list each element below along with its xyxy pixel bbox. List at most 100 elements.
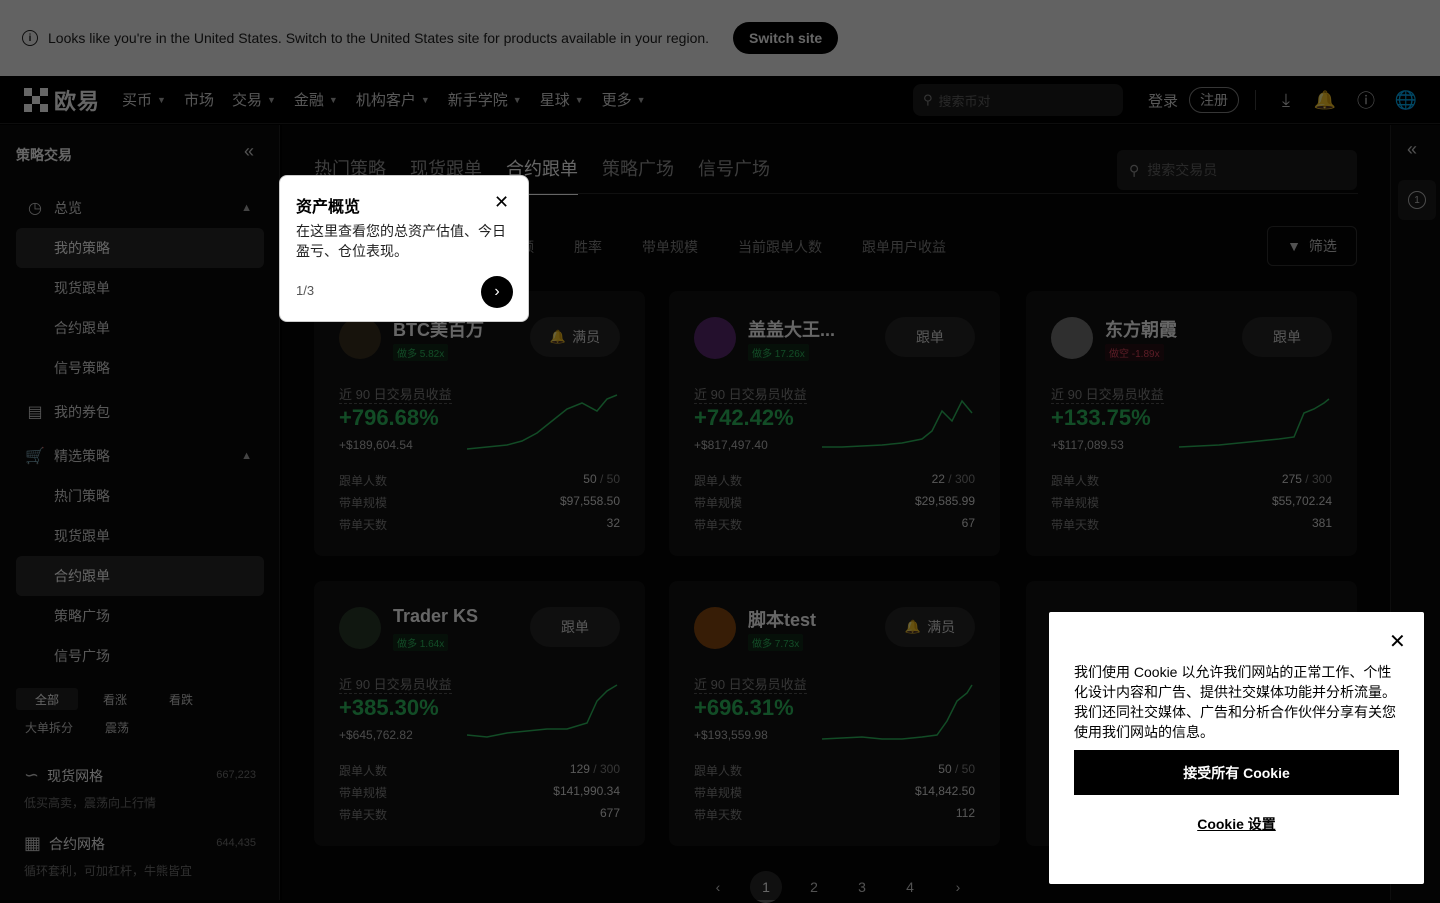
next-page-icon[interactable]: › xyxy=(942,871,974,903)
sidebar-item-coupons[interactable]: ▤ 我的券包 xyxy=(16,392,264,432)
stat-label: 带单天数 xyxy=(1051,518,1100,532)
trader-card[interactable]: 东方朝霞 做空 -1.89x 跟单近 90 日交易员收益 +133.75% +$117,… xyxy=(1026,291,1357,556)
strategy-subtitle: 循环套利，可加杠杆，牛熊皆宜 xyxy=(24,864,193,878)
stat-label: 带单天数 xyxy=(694,808,743,822)
page-2[interactable]: 2 xyxy=(798,871,830,903)
trader-name[interactable]: Trader KS xyxy=(393,606,478,627)
sort-followers[interactable]: 当前跟单人数 xyxy=(738,237,822,257)
sidebar-group-overview[interactable]: ◷ 总览 ▲ xyxy=(16,188,264,228)
trader-card[interactable]: BTC美百万 做多 5.82x 🔔 满员近 90 日交易员收益 +796.68% +$18… xyxy=(314,291,645,556)
nav-more[interactable]: 更多 ▼ xyxy=(602,89,646,110)
position-tag: 做多 17.26x xyxy=(748,344,809,361)
stat-value: $141,990.34 xyxy=(553,784,620,798)
sidebar-item-label: 现货跟单 xyxy=(54,280,110,296)
sidebar-item-contract-copy[interactable]: 合约跟单 xyxy=(16,308,264,348)
next-arrow-icon[interactable]: › xyxy=(481,276,513,308)
sort-scale[interactable]: 带单规模 xyxy=(642,237,698,257)
avatar xyxy=(1051,317,1093,359)
filter-range[interactable]: 震荡 xyxy=(88,716,146,738)
profit-amount: +$645,762.82 xyxy=(339,728,413,742)
trader-name[interactable]: 盖盖大王... xyxy=(748,316,835,342)
strategy-spot-grid[interactable]: ∽ 现货网格 低买高卖，震荡向上行情 667,223 xyxy=(24,765,264,811)
stat-label: 带单规模 xyxy=(694,786,743,800)
filter-bearish[interactable]: 看跌 xyxy=(152,688,210,710)
profit-percent: +696.31% xyxy=(694,695,794,720)
bell-icon[interactable]: 🔔 xyxy=(1314,89,1336,111)
filter-large-order[interactable]: 大单拆分 xyxy=(16,716,82,738)
tab-signal-square[interactable]: 信号广场 xyxy=(698,155,770,195)
stat-label: 带单天数 xyxy=(694,518,743,532)
page-3[interactable]: 3 xyxy=(846,871,878,903)
sort-win-rate[interactable]: 胜率 xyxy=(574,237,602,257)
copy-button[interactable]: 跟单 xyxy=(1242,317,1332,357)
sidebar-item-spot-copy[interactable]: 现货跟单 xyxy=(16,268,264,308)
nav-label: 新手学院 xyxy=(447,92,508,109)
register-button[interactable]: 注册 xyxy=(1189,87,1239,113)
cookie-settings-link[interactable]: Cookie 设置 xyxy=(1074,814,1399,834)
full-button[interactable]: 🔔 满员 xyxy=(885,607,975,647)
stat-value: 112 xyxy=(955,806,975,820)
avatar xyxy=(339,607,381,649)
pair-search-input[interactable]: ⚲ 搜索币对 xyxy=(913,84,1123,116)
sidebar-item-spot-copy-2[interactable]: 现货跟单 xyxy=(16,516,264,556)
stat-value: 677 xyxy=(599,806,620,820)
trader-name[interactable]: 东方朝霞 xyxy=(1105,316,1177,342)
stat-label: 带单规模 xyxy=(1051,496,1100,510)
page-1[interactable]: 1 xyxy=(750,871,782,903)
filter-button[interactable]: ▼ 筛选 xyxy=(1267,226,1357,266)
profit-label: 近 90 日交易员收益 xyxy=(339,384,452,404)
full-button[interactable]: 🔔 满员 xyxy=(530,317,620,357)
follower-cap-value: 50 xyxy=(961,762,975,776)
stat-followers: 跟单人数 275 / 300 xyxy=(1051,472,1332,489)
trader-card[interactable]: Trader KS 做多 1.64x 跟单近 90 日交易员收益 +385.30% +$… xyxy=(314,581,645,846)
sort-follower-profit[interactable]: 跟单用户收益 xyxy=(862,237,946,257)
close-icon[interactable]: ✕ xyxy=(494,192,509,213)
nav-markets[interactable]: 市场 xyxy=(184,89,214,110)
page-4[interactable]: 4 xyxy=(894,871,926,903)
logo[interactable]: 欧易 xyxy=(24,84,100,116)
copy-button[interactable]: 跟单 xyxy=(530,607,620,647)
sidebar-item-signal-square[interactable]: 信号广场 xyxy=(16,636,264,676)
top-nav: 欧易 买币 ▼ 市场 交易 ▼ 金融 ▼ 机构客户 ▼ 新手学院 ▼ 星球 ▼ 更多 ▼ ⚲ … xyxy=(0,76,1440,124)
sidebar-item-signal-strategy[interactable]: 信号策略 xyxy=(16,348,264,388)
sidebar-item-strategy-square[interactable]: 策略广场 xyxy=(16,596,264,636)
nav-trade[interactable]: 交易 ▼ xyxy=(232,89,276,110)
expand-left-icon[interactable]: « xyxy=(1407,139,1417,160)
nav-learn[interactable]: 新手学院 ▼ xyxy=(448,89,522,110)
sidebar-item-label: 热门策略 xyxy=(54,488,110,504)
sidebar-item-my-strategy[interactable]: 我的策略 xyxy=(16,228,264,268)
tooltip-step: 1/3 xyxy=(296,283,315,298)
stat-label: 带单规模 xyxy=(339,496,388,510)
download-icon[interactable]: ⤓ xyxy=(1275,89,1297,111)
filter-bullish[interactable]: 看涨 xyxy=(86,688,144,710)
trader-card[interactable]: 脚本test 做多 7.73x 🔔 满员近 90 日交易员收益 +696.31% +$19… xyxy=(669,581,1000,846)
stat-value: 381 xyxy=(1311,516,1332,530)
strategy-contract-grid[interactable]: ▦ 合约网格 循环套利，可加杠杆，牛熊皆宜 644,435 xyxy=(24,833,264,879)
copy-button[interactable]: 跟单 xyxy=(885,317,975,357)
login-link[interactable]: 登录 xyxy=(1148,90,1178,111)
trader-search-input[interactable]: ⚲ 搜索交易员 xyxy=(1117,150,1357,190)
sidebar-item-contract-copy-2[interactable]: 合约跟单 xyxy=(16,556,264,596)
switch-site-button[interactable]: Switch site xyxy=(733,22,839,54)
trader-name[interactable]: 脚本test xyxy=(748,606,816,632)
sidebar-group-featured[interactable]: 🛒 精选策略 ▲ xyxy=(16,436,264,476)
profit-label: 近 90 日交易员收益 xyxy=(694,674,807,694)
globe-icon[interactable]: 🌐 xyxy=(1395,89,1417,111)
tab-strategy-square[interactable]: 策略广场 xyxy=(602,155,674,195)
trader-card[interactable]: 盖盖大王... 做多 17.26x 跟单近 90 日交易员收益 +742.42% +$8… xyxy=(669,291,1000,556)
prev-page-icon[interactable]: ‹ xyxy=(702,871,734,903)
accept-cookies-button[interactable]: 接受所有 Cookie xyxy=(1074,750,1399,795)
filter-all[interactable]: 全部 xyxy=(16,688,78,710)
nav-institutional[interactable]: 机构客户 ▼ xyxy=(356,89,430,110)
collapse-left-icon[interactable]: « xyxy=(244,141,254,162)
sidebar-item-hot-strategy[interactable]: 热门策略 xyxy=(16,476,264,516)
info-panel-button[interactable]: 1 xyxy=(1398,180,1436,220)
profit-percent: +133.75% xyxy=(1051,405,1151,430)
follower-cap: / 50 xyxy=(596,472,620,486)
contract-grid-icon: ▦ xyxy=(24,833,42,853)
nav-planet[interactable]: 星球 ▼ xyxy=(540,89,584,110)
nav-finance[interactable]: 金融 ▼ xyxy=(294,89,338,110)
close-icon[interactable]: ✕ xyxy=(1389,629,1406,654)
help-icon[interactable]: ⓘ xyxy=(1355,89,1377,111)
nav-buy-crypto[interactable]: 买币 ▼ xyxy=(122,89,166,110)
